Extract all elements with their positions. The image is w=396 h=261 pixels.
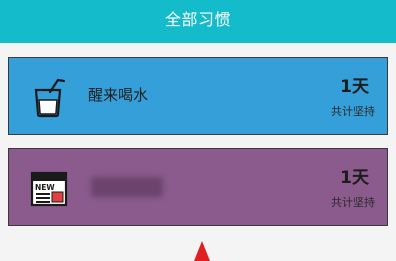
habit-days-label: 共计坚持 <box>331 105 375 118</box>
habit-card-news[interactable]: NEW 1天 共计坚持 <box>8 148 388 226</box>
red-arrow-indicator <box>194 241 210 261</box>
habit-days-count: 1天 <box>340 77 369 97</box>
habit-name-redacted <box>91 177 163 197</box>
glass-of-water-icon <box>34 78 66 118</box>
news-icon: NEW <box>30 171 68 207</box>
news-icon-label: NEW <box>35 183 55 192</box>
habit-card-drink-water[interactable]: 醒来喝水 1天 共计坚持 <box>8 57 388 135</box>
habit-days-count: 1天 <box>340 168 369 188</box>
habit-days-label: 共计坚持 <box>331 196 375 209</box>
habit-name: 醒来喝水 <box>88 86 149 104</box>
habit-list-screen: 全部习惯 醒来喝水 1天 共计坚持 NEW 1天 共计坚持 <box>0 0 396 261</box>
page-title: 全部习惯 <box>0 0 396 43</box>
